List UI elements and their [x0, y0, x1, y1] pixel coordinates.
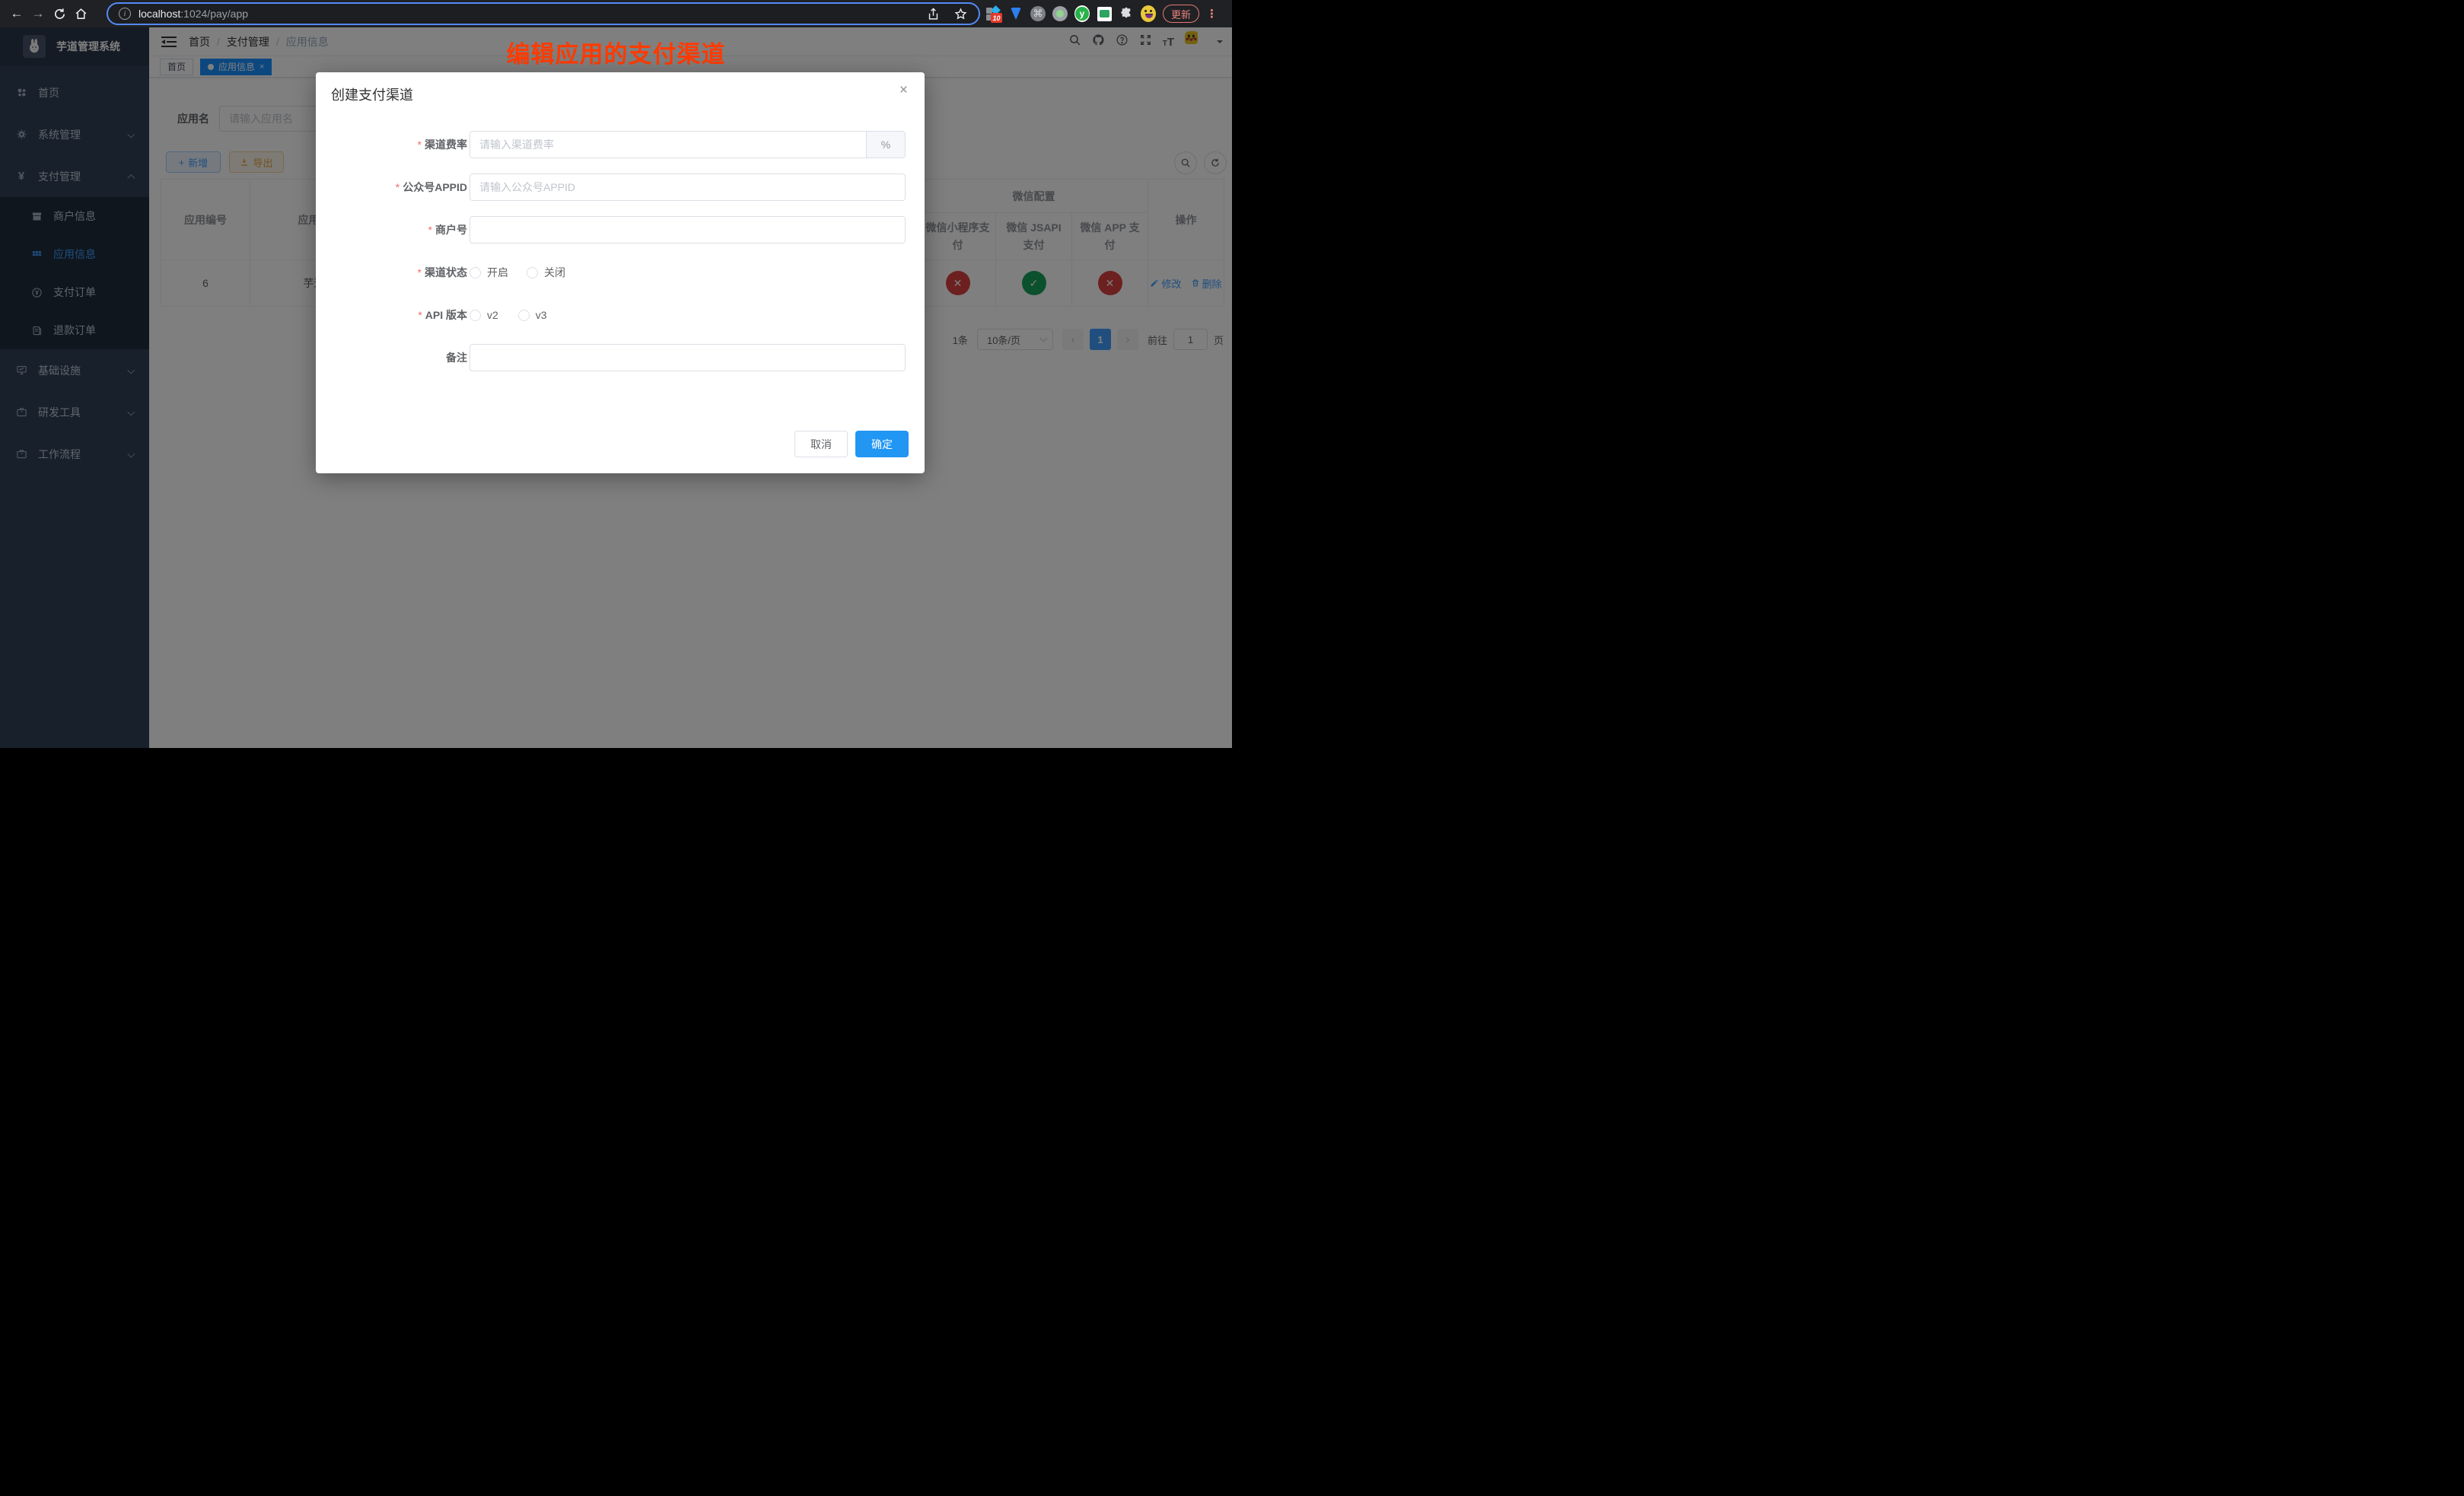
browser-reload-icon[interactable] — [49, 3, 70, 24]
extension-y-icon[interactable]: y — [1074, 6, 1090, 21]
url-path: :1024/pay/app — [180, 8, 248, 20]
api-version-label: *API 版本 — [316, 301, 467, 329]
radio-circle-icon — [470, 310, 481, 321]
extension-command-icon[interactable]: ⌘ — [1030, 6, 1046, 21]
create-payment-channel-dialog: 创建支付渠道 × *渠道费率 % *公众号APPID *商户号 *渠 — [316, 72, 925, 473]
browser-update-button[interactable]: 更新 — [1163, 5, 1199, 23]
appid-label: *公众号APPID — [316, 173, 467, 201]
extensions-puzzle-icon[interactable] — [1119, 6, 1134, 21]
url-host: localhost — [138, 8, 180, 20]
api-v2-radio[interactable]: v2 — [470, 309, 498, 321]
radio-circle-icon — [518, 310, 530, 321]
merchant-label: *商户号 — [316, 216, 467, 243]
official-account-appid-input[interactable] — [470, 173, 906, 201]
browser-toolbar: ← → i localhost:1024/pay/app 10 — [0, 0, 1232, 27]
bookmark-star-icon[interactable] — [950, 3, 971, 24]
extension-badge-count: 10 — [991, 13, 1002, 23]
dialog-title: 创建支付渠道 — [331, 84, 413, 104]
remark-label: 备注 — [316, 344, 467, 371]
dialog-close-icon[interactable]: × — [899, 83, 908, 97]
rate-label: *渠道费率 — [316, 131, 467, 158]
remark-input[interactable] — [470, 344, 906, 371]
radio-circle-icon — [470, 267, 481, 279]
extensions-area: 10 ⌘ y 更新 ⋮ — [986, 0, 1218, 27]
address-bar[interactable]: i localhost:1024/pay/app — [107, 2, 980, 25]
browser-forward-icon[interactable]: → — [27, 3, 49, 24]
browser-home-icon[interactable] — [70, 3, 91, 24]
cancel-button[interactable]: 取消 — [794, 431, 848, 457]
radio-circle-icon — [527, 267, 538, 279]
screen: ← → i localhost:1024/pay/app 10 — [0, 0, 1232, 748]
merchant-id-input[interactable] — [470, 216, 906, 243]
site-info-icon[interactable]: i — [119, 8, 131, 20]
share-icon[interactable] — [922, 3, 944, 24]
extension-chat-icon[interactable] — [1097, 6, 1112, 21]
channel-rate-input[interactable] — [470, 132, 866, 158]
extension-pin-icon[interactable] — [1008, 6, 1023, 21]
api-v3-radio[interactable]: v3 — [518, 309, 547, 321]
channel-status-label: *渠道状态 — [316, 259, 467, 286]
percent-suffix: % — [866, 132, 905, 158]
annotation-text: 编辑应用的支付渠道 — [0, 35, 1232, 69]
status-off-radio[interactable]: 关闭 — [527, 265, 565, 280]
browser-menu-icon[interactable]: ⋮ — [1206, 8, 1218, 20]
status-on-radio[interactable]: 开启 — [470, 265, 508, 280]
extension-badge-icon[interactable]: 10 — [986, 6, 1001, 21]
profile-avatar-icon[interactable] — [1141, 6, 1156, 21]
browser-back-icon[interactable]: ← — [6, 3, 27, 24]
extension-dot-icon[interactable] — [1052, 6, 1068, 21]
confirm-button[interactable]: 确定 — [855, 431, 909, 457]
